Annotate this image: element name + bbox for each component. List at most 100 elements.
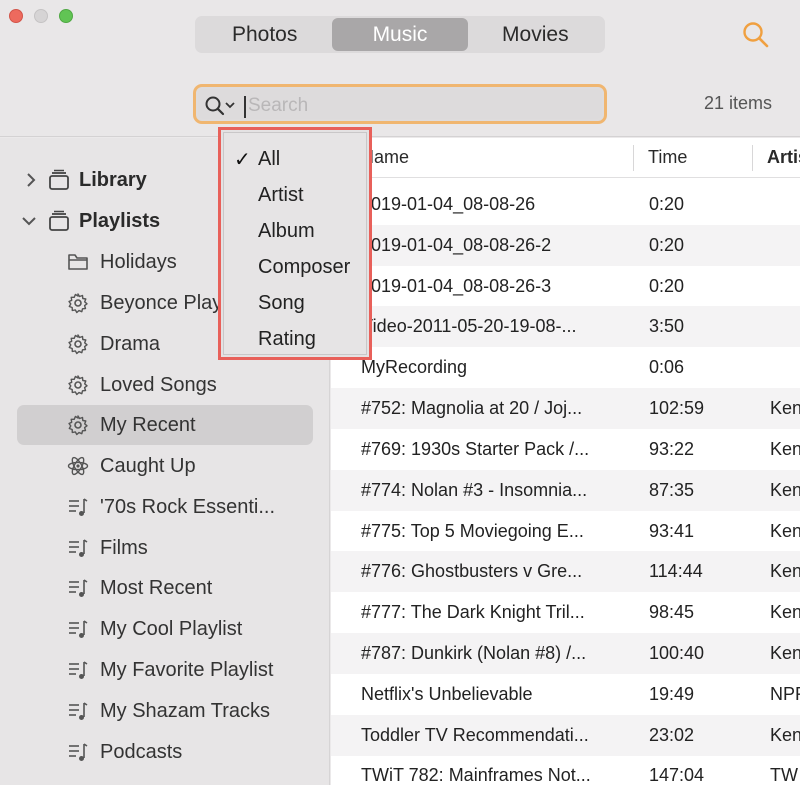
table-row[interactable]: #775: Top 5 Moviegoing E... 93:41 Ken [331, 511, 800, 552]
sidebar-item-label: Holidays [100, 250, 177, 273]
cell-artist: Ken [770, 439, 800, 459]
sidebar-item-my-cool-playlist[interactable]: My Cool Playlist [17, 609, 313, 649]
column-header-artist[interactable]: Artist [767, 147, 800, 168]
track-table: Name Time Artist 2019-01-04_08-08-26 0:2… [331, 138, 800, 785]
search-scope-button[interactable] [204, 94, 240, 118]
playlist-icon [69, 743, 88, 761]
column-divider[interactable] [752, 145, 753, 171]
chevron-right-icon[interactable] [24, 173, 38, 187]
sidebar-item-my-recent[interactable]: My Recent [17, 405, 313, 445]
cell-name: #776: Ghostbusters v Gre... [361, 561, 583, 581]
column-divider[interactable] [633, 145, 634, 171]
window-minimize-button[interactable] [34, 9, 48, 23]
sidebar-item-caught-up[interactable]: Caught Up [17, 446, 313, 486]
sidebar-item-label: Films [100, 536, 148, 559]
cell-time: 0:20 [649, 235, 685, 255]
search-icon[interactable] [742, 21, 770, 49]
gear-icon [68, 375, 88, 396]
cell-time: 87:35 [649, 480, 695, 500]
search-input[interactable] [248, 92, 588, 120]
playlist-icon [69, 661, 88, 679]
cell-time: 0:06 [649, 357, 685, 377]
table-row[interactable]: #774: Nolan #3 - Insomnia... 87:35 Ken [331, 470, 800, 511]
cell-time: 23:02 [649, 725, 695, 745]
cell-time: 102:59 [649, 398, 705, 418]
search-field-inner [198, 89, 602, 120]
sidebar-item-most-recent[interactable]: Most Recent [17, 568, 313, 608]
chevron-down-icon[interactable] [22, 214, 36, 228]
table-row[interactable]: #769: 1930s Starter Pack /... 93:22 Ken [331, 429, 800, 470]
sidebar-item-label: My Shazam Tracks [100, 699, 271, 722]
tab-photos[interactable]: Photos [197, 18, 332, 51]
menu-item-rating[interactable]: Rating [258, 328, 316, 351]
menu-item-composer[interactable]: Composer [258, 256, 350, 279]
cell-time: 98:45 [649, 602, 695, 622]
sidebar-item-label: Most Recent [100, 576, 213, 599]
cell-time: 93:22 [649, 439, 695, 459]
cell-name: TWiT 782: Mainframes Not... [361, 765, 591, 785]
cell-artist: Ken [770, 725, 800, 745]
menu-item-artist[interactable]: Artist [258, 184, 304, 207]
cell-artist: NPR [770, 684, 800, 704]
column-header-time[interactable]: Time [648, 147, 687, 168]
search-field [193, 84, 607, 124]
playlist-icon [69, 539, 88, 557]
table-row[interactable]: #777: The Dark Knight Tril... 98:45 Ken [331, 592, 800, 633]
table-row[interactable]: Toddler TV Recommendati... 23:02 Ken [331, 715, 800, 756]
cell-artist: Ken [770, 480, 800, 500]
cell-name: 2019-01-04_08-08-26-3 [361, 276, 552, 296]
playlist-icon [69, 498, 88, 516]
cell-name: Netflix's Unbelievable [361, 684, 533, 704]
menu-item-all[interactable]: All [258, 148, 280, 171]
menu-item-album[interactable]: Album [258, 220, 315, 243]
sidebar-item-label: Caught Up [100, 454, 196, 477]
magnifier-dropdown-icon [205, 96, 235, 116]
sidebar-item-films[interactable]: Films [17, 528, 313, 568]
cell-artist: Ken [770, 643, 800, 663]
gear-icon [68, 415, 88, 436]
cell-name: #777: The Dark Knight Tril... [361, 602, 585, 622]
sidebar-item-70s-rock[interactable]: '70s Rock Essenti... [17, 487, 313, 527]
table-row[interactable]: #752: Magnolia at 20 / Joj... 102:59 Ken [331, 388, 800, 429]
sidebar-item-label: Podcasts [100, 740, 183, 763]
sidebar-item-my-favorite-playlist[interactable]: My Favorite Playlist [17, 650, 313, 690]
playlist-icon [69, 702, 88, 720]
folder-icon [68, 254, 88, 270]
sidebar-item-label: Loved Songs [100, 373, 217, 396]
table-row[interactable]: 2019-01-04_08-08-26 0:20 [331, 184, 800, 225]
table-row[interactable]: 2019-01-04_08-08-26-3 0:20 [331, 266, 800, 307]
cell-name: Video-2011-05-20-19-08-... [361, 316, 577, 336]
menu-item-song[interactable]: Song [258, 292, 305, 315]
tab-movies[interactable]: Movies [468, 18, 603, 51]
checkmark-icon: ✓ [234, 149, 251, 171]
window-zoom-button[interactable] [59, 9, 73, 23]
cell-name: 2019-01-04_08-08-26 [361, 194, 536, 214]
table-row[interactable]: MyRecording 0:06 [331, 347, 800, 388]
cell-time: 100:40 [649, 643, 705, 663]
sidebar-item-label: My Recent [100, 413, 196, 436]
cell-artist: TW [770, 765, 798, 785]
sidebar-item-my-shazam-tracks[interactable]: My Shazam Tracks [17, 691, 313, 731]
table-row[interactable]: #776: Ghostbusters v Gre... 114:44 Ken [331, 551, 800, 592]
table-row[interactable]: Video-2011-05-20-19-08-... 3:50 [331, 306, 800, 347]
sidebar-item-label: My Cool Playlist [100, 617, 243, 640]
window-close-button[interactable] [9, 9, 23, 23]
search-scope-menu-body: ✓ All Artist Album Composer Song Rating [223, 132, 367, 355]
tab-music[interactable]: Music [332, 18, 468, 51]
cell-time: 0:20 [649, 194, 685, 214]
stack-icon [49, 169, 69, 190]
table-row[interactable]: TWiT 782: Mainframes Not... 147:04 TW [331, 755, 800, 785]
sidebar-item-label: '70s Rock Essenti... [100, 495, 275, 518]
table-row[interactable]: Netflix's Unbelievable 19:49 NPR [331, 674, 800, 715]
gear-icon [68, 334, 88, 355]
table-row[interactable]: #787: Dunkirk (Nolan #8) /... 100:40 Ken [331, 633, 800, 674]
sidebar-item-loved-songs[interactable]: Loved Songs [17, 365, 313, 405]
cell-name: #752: Magnolia at 20 / Joj... [361, 398, 583, 418]
cell-artist: Ken [770, 398, 800, 418]
gear-icon [68, 293, 88, 314]
cell-time: 114:44 [649, 561, 703, 581]
sidebar-item-podcasts[interactable]: Podcasts [17, 732, 313, 772]
table-row[interactable]: 2019-01-04_08-08-26-2 0:20 [331, 225, 800, 266]
cell-time: 0:20 [649, 276, 685, 296]
cell-time: 3:50 [649, 316, 685, 336]
